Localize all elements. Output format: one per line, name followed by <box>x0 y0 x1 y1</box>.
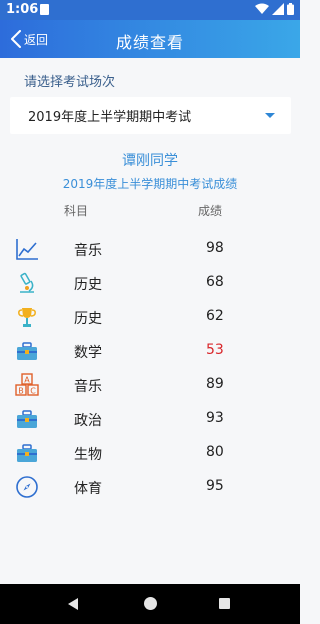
row-score: 98 <box>206 240 224 256</box>
dropdown-arrow-icon <box>265 113 275 118</box>
microscope-icon <box>20 272 34 293</box>
row-subject: 音乐 <box>74 379 102 395</box>
row-subject: 音乐 <box>74 243 102 259</box>
compass-icon <box>16 476 38 498</box>
score-row: 体育 95 <box>0 469 300 503</box>
nav-recent-apps-icon[interactable] <box>219 598 230 609</box>
toolbox-icon <box>17 444 37 462</box>
nav-back-icon[interactable] <box>68 598 78 610</box>
page-title: 成绩查看 <box>115 33 184 52</box>
row-subject: 政治 <box>74 413 102 429</box>
exam-select-value: 2019年度上半学期期中考试 <box>28 110 192 125</box>
trophy-icon <box>18 308 36 327</box>
status-bar: 1:06 <box>0 0 300 20</box>
svg-text:A: A <box>24 376 30 385</box>
row-subject: 历史 <box>74 311 102 327</box>
column-header-score: 成绩 <box>198 204 223 218</box>
score-row: 历史 62 <box>0 299 300 333</box>
report-title: 2019年度上半学期期中考试成绩 <box>62 177 238 191</box>
row-score: 62 <box>206 308 224 324</box>
score-row: 数学 53 <box>0 333 300 367</box>
toolbox-icon <box>17 342 37 360</box>
line-chart-icon <box>16 239 38 260</box>
score-row: 政治 93 <box>0 401 300 435</box>
row-score: 53 <box>206 342 224 358</box>
sd-card-icon <box>40 4 49 15</box>
svg-text:B: B <box>18 387 24 396</box>
exam-select-prompt: 请选择考试场次 <box>24 75 116 90</box>
wifi-icon <box>255 3 269 14</box>
exam-select[interactable]: 2019年度上半学期期中考试 <box>10 97 291 134</box>
nav-home-icon[interactable] <box>144 597 157 610</box>
row-score: 68 <box>206 274 224 290</box>
toolbox-icon <box>17 410 37 428</box>
signal-icon <box>272 3 284 15</box>
score-row: 历史 68 <box>0 265 300 299</box>
battery-icon <box>287 3 294 15</box>
svg-text:C: C <box>30 387 36 396</box>
row-subject: 历史 <box>74 277 102 293</box>
row-subject: 数学 <box>74 345 102 361</box>
status-time: 1:06 <box>6 2 39 17</box>
score-row: 音乐 98 <box>0 231 300 265</box>
student-name: 谭刚同学 <box>122 153 178 169</box>
status-icons <box>255 3 294 15</box>
abc-blocks-icon: A B C <box>15 373 39 396</box>
score-row: A B C 音乐 89 <box>0 367 300 401</box>
row-score: 93 <box>206 410 224 426</box>
row-subject: 生物 <box>74 447 102 463</box>
row-score: 80 <box>206 444 224 460</box>
row-score: 89 <box>206 376 224 392</box>
row-subject: 体育 <box>74 481 102 497</box>
navigation-bar <box>0 584 300 624</box>
app-bar: 返回 成绩查看 <box>0 20 300 58</box>
row-score: 95 <box>206 478 224 494</box>
score-row: 生物 80 <box>0 435 300 469</box>
column-header-subject: 科目 <box>64 204 89 218</box>
